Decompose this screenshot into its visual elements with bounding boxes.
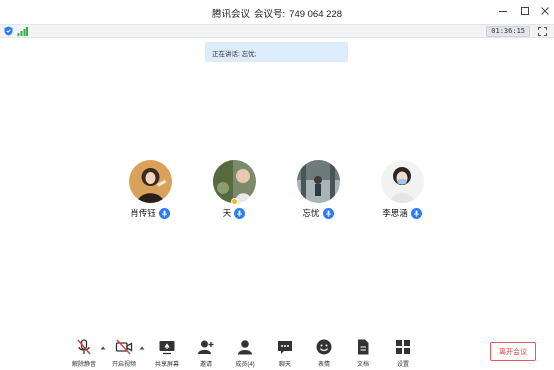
emoji-icon xyxy=(315,338,333,356)
participant-name-row: 天 xyxy=(204,207,264,219)
mic-muted-icon xyxy=(75,338,93,356)
mic-icon xyxy=(234,207,246,219)
members-label: 成员(4) xyxy=(235,362,255,368)
video-off-icon xyxy=(115,338,133,356)
fullscreen-icon xyxy=(538,27,547,36)
meeting-timer: 01:36:15 xyxy=(486,26,530,37)
close-icon xyxy=(541,7,549,15)
settings-label: 设置 xyxy=(396,362,409,368)
status-bar: 01:36:15 xyxy=(0,24,554,38)
meeting-id: 749 064 228 xyxy=(289,9,342,20)
window-title: 腾讯会议 会议号: 749 064 228 xyxy=(0,6,554,20)
avatar xyxy=(129,160,172,203)
audio-options-caret[interactable] xyxy=(100,345,106,351)
unmute-button[interactable]: 解除静音 xyxy=(68,338,100,370)
security-shield-icon[interactable] xyxy=(4,26,13,36)
caret-up-icon xyxy=(100,346,106,350)
maximize-button[interactable] xyxy=(518,4,532,18)
share-screen-label: 共享屏幕 xyxy=(154,362,179,368)
share-screen-button[interactable]: 共享屏幕 xyxy=(150,338,184,370)
fullscreen-button[interactable] xyxy=(537,26,548,37)
mic-icon xyxy=(158,207,170,219)
add-user-icon xyxy=(197,338,215,356)
participant-name: 天 xyxy=(222,208,232,218)
caret-up-icon xyxy=(139,346,145,350)
video-options-caret[interactable] xyxy=(139,345,145,351)
meeting-id-label: 会议号: xyxy=(254,9,286,20)
participant-name-row: 肖传钰 xyxy=(120,207,180,219)
participant-name-row: 李思涵 xyxy=(372,207,432,219)
app-name: 腾讯会议 xyxy=(212,9,251,20)
reactions-button[interactable]: 表情 xyxy=(312,338,336,370)
start-video-button[interactable]: 开启视频 xyxy=(108,338,140,370)
invite-label: 邀请 xyxy=(199,362,212,368)
settings-button[interactable]: 设置 xyxy=(391,338,415,370)
host-badge-icon xyxy=(231,198,238,205)
meeting-toolbar: 解除静音 开启视频 共享屏幕 邀请 成员(4) 聊天 表情 文档 设置 xyxy=(0,334,554,370)
settings-grid-icon xyxy=(394,338,412,356)
chat-button[interactable]: 聊天 xyxy=(273,338,297,370)
participant-name: 肖传钰 xyxy=(130,208,156,218)
reactions-label: 表情 xyxy=(317,362,330,368)
documents-button[interactable]: 文档 xyxy=(351,338,375,370)
leave-meeting-button[interactable]: 离开会议 xyxy=(490,342,536,361)
start-video-label: 开启视频 xyxy=(111,362,136,368)
participant-name-row: 忘忧 xyxy=(288,207,348,219)
participant-name: 李思涵 xyxy=(382,208,408,218)
title-bar: 腾讯会议 会议号: 749 064 228 xyxy=(0,0,554,24)
network-signal-icon[interactable] xyxy=(17,26,28,36)
participant-name: 忘忧 xyxy=(302,208,320,218)
maximize-icon xyxy=(521,7,529,15)
mic-icon xyxy=(322,207,334,219)
invite-button[interactable]: 邀请 xyxy=(194,338,218,370)
minimize-button[interactable] xyxy=(496,4,510,18)
documents-label: 文档 xyxy=(356,362,369,368)
share-screen-icon xyxy=(158,338,176,356)
mic-icon xyxy=(410,207,422,219)
avatar xyxy=(297,160,340,203)
members-icon xyxy=(236,338,254,356)
minimize-icon xyxy=(499,11,507,12)
unmute-label: 解除静音 xyxy=(71,362,96,368)
chat-label: 聊天 xyxy=(278,362,291,368)
avatar xyxy=(213,160,256,203)
avatar xyxy=(381,160,424,203)
speaking-indicator: 正在讲话: 忘忧; xyxy=(205,42,348,62)
members-button[interactable]: 成员(4) xyxy=(231,338,259,370)
close-button[interactable] xyxy=(538,4,552,18)
document-icon xyxy=(354,338,372,356)
chat-icon xyxy=(276,338,294,356)
